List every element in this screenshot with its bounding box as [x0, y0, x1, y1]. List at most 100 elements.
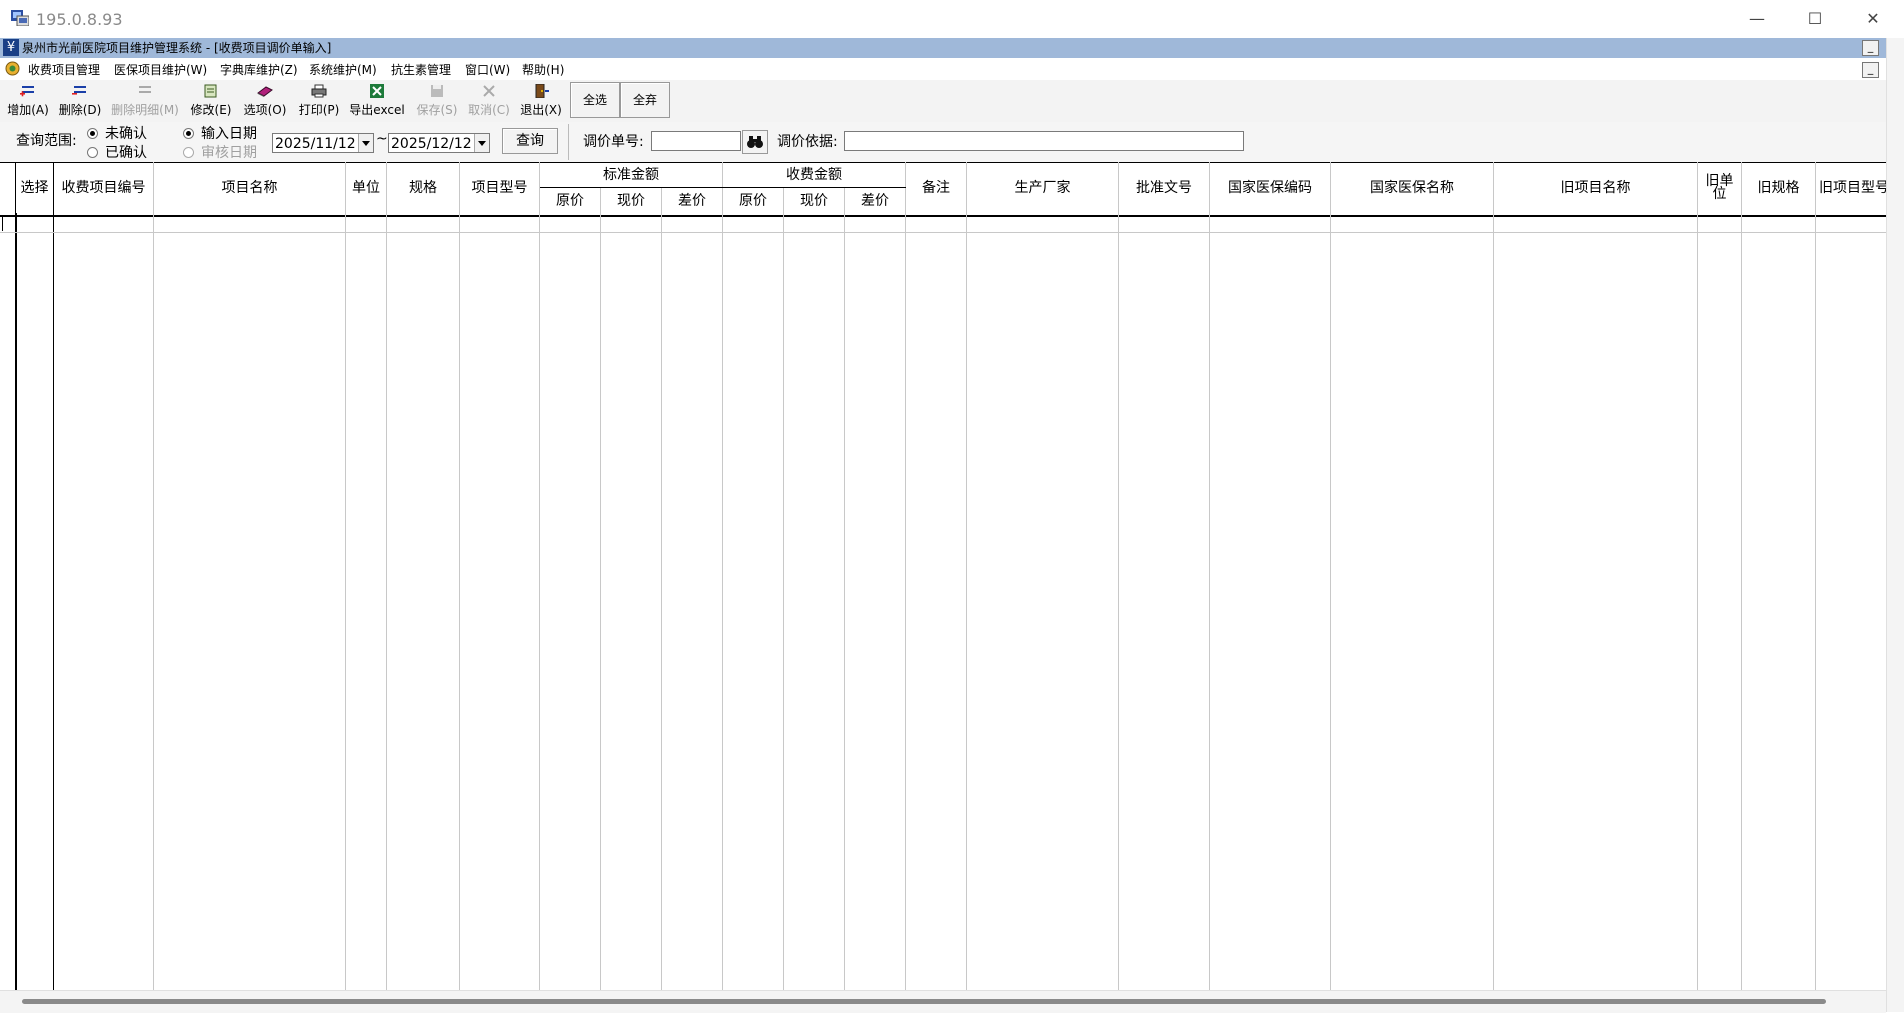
computer-icon: [11, 10, 29, 26]
menu-window[interactable]: 窗口(W): [465, 61, 510, 78]
basis-label: 调价依据:: [777, 134, 838, 150]
col-std-diff[interactable]: 差价: [662, 189, 722, 213]
col-std-orig-price[interactable]: 原价: [540, 189, 600, 213]
col-remark[interactable]: 备注: [906, 163, 966, 213]
grid-vline: [600, 188, 601, 990]
input-date-radio[interactable]: [183, 128, 194, 139]
grid-vline: [153, 162, 154, 990]
grid-vline: [345, 162, 346, 990]
col-nhsa-code[interactable]: 国家医保编码: [1210, 163, 1330, 213]
menu-charge-items[interactable]: 收费项目管理: [28, 61, 100, 78]
col-approval[interactable]: 批准文号: [1119, 163, 1209, 213]
add-button[interactable]: 增加(A): [4, 82, 52, 120]
col-group-fee-amount: 收费金额: [723, 163, 905, 187]
mdi-caption: 泉州市光前医院项目维护管理系统 - [收费项目调价单输入]: [22, 41, 332, 55]
menu-help[interactable]: 帮助(H): [522, 61, 564, 78]
delete-button[interactable]: 删除(D): [56, 82, 104, 120]
exit-button[interactable]: 退出(X): [518, 82, 564, 120]
search-button[interactable]: 查询: [502, 128, 558, 154]
unconfirmed-label: 未确认: [105, 126, 147, 142]
grid-vline: [1209, 162, 1210, 990]
unconfirmed-radio[interactable]: [87, 128, 98, 139]
menu-insurance-items[interactable]: 医保项目维护(W): [114, 61, 207, 78]
save-icon: [431, 85, 443, 97]
toolbar: 增加(A) 删除(D) 删除明细(M) 修改(E) 选项(O) 打印(P) 导出…: [0, 80, 1886, 123]
grid-vline: [783, 188, 784, 990]
basis-input[interactable]: [844, 131, 1244, 151]
date-from-picker[interactable]: 2025/11/12: [272, 133, 374, 153]
grid-vline: [1741, 162, 1742, 990]
chevron-down-icon[interactable]: [474, 134, 489, 152]
col-model[interactable]: 项目型号: [460, 163, 539, 213]
col-fee-cur-price[interactable]: 现价: [784, 189, 844, 213]
printer-icon: [311, 84, 327, 98]
save-button[interactable]: 保存(S): [414, 82, 460, 120]
col-spec[interactable]: 规格: [387, 163, 459, 213]
col-old-unit[interactable]: 旧单 位: [1698, 163, 1741, 213]
menu-dictionary[interactable]: 字典库维护(Z): [220, 61, 298, 78]
excel-icon: [370, 84, 384, 98]
query-range-label: 查询范围:: [16, 133, 77, 149]
mdi-minimize-button[interactable]: _: [1862, 40, 1879, 56]
col-code[interactable]: 收费项目编号: [54, 163, 153, 213]
date-to-picker[interactable]: 2025/12/12: [388, 133, 490, 153]
col-fee-diff[interactable]: 差价: [845, 189, 905, 213]
delete-detail-button[interactable]: 删除明细(M): [110, 82, 180, 120]
grid-vline: [386, 162, 387, 990]
grid-vline: [722, 162, 723, 990]
price-adjust-grid[interactable]: 选择 收费项目编号 项目名称 单位 规格 项目型号 标准金额 原价 现价 差价 …: [0, 162, 1889, 990]
delete-detail-icon: [139, 86, 151, 93]
edit-icon: [204, 84, 217, 98]
menu-bar: 收费项目管理 医保项目维护(W) 字典库维护(Z) 系统维护(M) 抗生素管理 …: [0, 58, 1886, 81]
col-select[interactable]: 选择: [16, 163, 53, 213]
audit-date-radio[interactable]: [183, 147, 194, 158]
order-no-input[interactable]: [651, 131, 741, 151]
options-button[interactable]: 选项(O): [242, 82, 288, 120]
print-button[interactable]: 打印(P): [296, 82, 342, 120]
deselect-all-button[interactable]: 全弃: [620, 82, 670, 118]
grid-vline: [844, 188, 845, 990]
horizontal-scroll-thumb[interactable]: [22, 999, 1826, 1004]
app-menu-icon: [5, 61, 20, 76]
maximize-button[interactable]: ☐: [1786, 0, 1844, 38]
modify-button[interactable]: 修改(E): [188, 82, 234, 120]
minimize-button[interactable]: —: [1728, 0, 1786, 38]
grid-vline: [1330, 162, 1331, 990]
chevron-down-icon[interactable]: [358, 134, 373, 152]
audit-date-label: 审核日期: [201, 145, 257, 161]
grid-vline: [661, 188, 662, 990]
grid-vline: [459, 162, 460, 990]
close-button[interactable]: ✕: [1844, 0, 1902, 38]
col-old-name[interactable]: 旧项目名称: [1494, 163, 1697, 213]
menubar-minimize-button[interactable]: _: [1862, 62, 1879, 78]
query-divider: [568, 124, 569, 160]
grid-vline: [966, 162, 967, 990]
grid-vline: [1697, 162, 1698, 990]
add-icon: [20, 86, 34, 97]
cancel-button[interactable]: 取消(C): [466, 82, 512, 120]
binoculars-button[interactable]: [742, 130, 768, 154]
group-header-divider: [540, 187, 906, 188]
export-excel-button[interactable]: 导出excel: [348, 82, 406, 120]
col-unit[interactable]: 单位: [346, 163, 386, 213]
col-old-model[interactable]: 旧项目型号: [1816, 163, 1889, 213]
col-std-cur-price[interactable]: 现价: [601, 189, 661, 213]
horizontal-scrollbar[interactable]: [0, 990, 1886, 1013]
col-nhsa-name[interactable]: 国家医保名称: [1331, 163, 1493, 213]
vertical-scrollbar[interactable]: [1886, 38, 1904, 1012]
col-group-std-amount: 标准金额: [540, 163, 722, 187]
menu-antibiotics[interactable]: 抗生素管理: [391, 61, 451, 78]
col-name[interactable]: 项目名称: [154, 163, 345, 213]
grid-vline: [905, 162, 906, 990]
query-panel: 查询范围: 未确认 已确认 输入日期 审核日期 2025/11/12 ~ 202…: [0, 122, 1886, 163]
col-fee-orig-price[interactable]: 原价: [723, 189, 783, 213]
table-row[interactable]: [0, 232, 1886, 233]
col-old-spec[interactable]: 旧规格: [1742, 163, 1815, 213]
select-all-button[interactable]: 全选: [570, 82, 620, 118]
confirmed-radio[interactable]: [87, 147, 98, 158]
grid-vline: [1493, 162, 1494, 990]
col-maker[interactable]: 生产厂家: [967, 163, 1118, 213]
exit-door-icon: [535, 84, 549, 98]
menu-system[interactable]: 系统维护(M): [309, 61, 377, 78]
grid-vline: [539, 162, 540, 990]
